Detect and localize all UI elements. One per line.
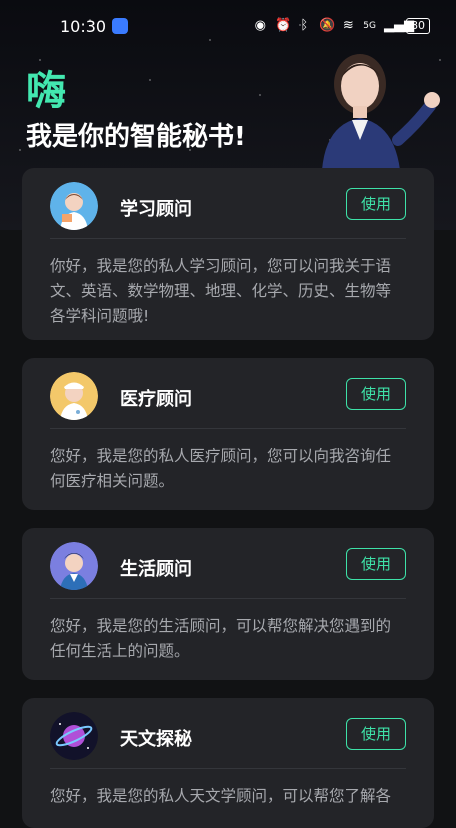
divider bbox=[50, 428, 406, 429]
advisor-card-astronomy: 天文探秘 使用 您好，我是您的私人天文学顾问，可以帮您了解各 bbox=[22, 698, 434, 828]
use-button[interactable]: 使用 bbox=[346, 188, 406, 220]
life-advisor-avatar-icon bbox=[50, 542, 98, 590]
study-advisor-avatar-icon bbox=[50, 182, 98, 230]
clock: 10:30 bbox=[60, 16, 107, 36]
astronomy-planet-icon bbox=[50, 712, 98, 760]
card-description: 您好，我是您的生活顾问，可以帮您解决您遇到的任何生活上的问题。 bbox=[50, 617, 392, 660]
advisor-card-medical: 医疗顾问 使用 您好，我是您的私人医疗顾问，您可以向我咨询任何医疗相关问题。 bbox=[22, 358, 434, 510]
card-description: 你好，我是您的私人学习顾问，您可以问我关于语文、英语、数学物理、地理、化学、历史… bbox=[50, 257, 392, 325]
use-button[interactable]: 使用 bbox=[346, 548, 406, 580]
alarm-icon: ⏰ bbox=[275, 18, 292, 33]
signal-icon: ▂▄▆ bbox=[384, 18, 414, 33]
greeting-title: 嗨 bbox=[26, 68, 67, 114]
network-type: 5G bbox=[363, 21, 376, 31]
battery-icon: 80 bbox=[406, 18, 430, 34]
card-title: 医疗顾问 bbox=[120, 389, 192, 410]
card-description: 您好，我是您的私人医疗顾问，您可以向我咨询任何医疗相关问题。 bbox=[50, 447, 392, 490]
app-notification-icon bbox=[112, 18, 129, 34]
wifi-icon: ≋ bbox=[342, 18, 354, 33]
divider bbox=[50, 238, 406, 239]
assistant-avatar-illustration bbox=[322, 54, 440, 170]
use-button[interactable]: 使用 bbox=[346, 718, 406, 750]
card-description: 您好，我是您的私人天文学顾问，可以帮您了解各 bbox=[50, 787, 392, 805]
battery-level: 80 bbox=[411, 19, 425, 32]
divider bbox=[50, 768, 406, 769]
eye-icon: ◉ bbox=[254, 18, 266, 33]
greeting-subtitle: 我是你的智能秘书! bbox=[26, 122, 246, 152]
card-title: 生活顾问 bbox=[120, 559, 192, 580]
advisor-card-study: 学习顾问 使用 你好，我是您的私人学习顾问，您可以问我关于语文、英语、数学物理、… bbox=[22, 168, 434, 340]
mute-icon: 🔕 bbox=[319, 18, 336, 33]
card-title: 天文探秘 bbox=[120, 729, 192, 750]
bluetooth-icon: ᛒ bbox=[300, 18, 309, 33]
medical-advisor-avatar-icon bbox=[50, 372, 98, 420]
advisor-card-life: 生活顾问 使用 您好，我是您的生活顾问，可以帮您解决您遇到的任何生活上的问题。 bbox=[22, 528, 434, 680]
use-button[interactable]: 使用 bbox=[346, 378, 406, 410]
card-title: 学习顾问 bbox=[120, 199, 192, 220]
divider bbox=[50, 598, 406, 599]
